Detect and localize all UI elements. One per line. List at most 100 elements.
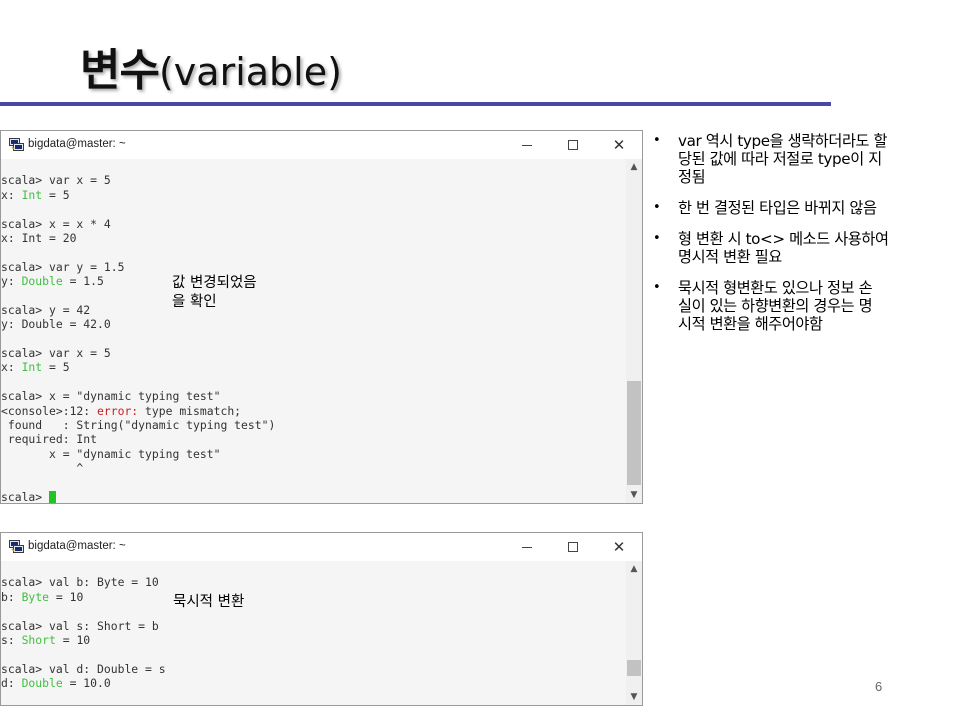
console-text: <console>:12: xyxy=(1,403,98,418)
console-text: type mismatch; xyxy=(138,403,242,418)
console-text: scala> var y = 1.5 xyxy=(1,259,125,274)
chevron-down-icon[interactable]: ▼ xyxy=(626,689,642,705)
type-name: Int xyxy=(21,187,43,202)
console-line: scala> xyxy=(1,490,626,503)
console-line: y: Double = 42.0 xyxy=(1,317,626,331)
error-label: error: xyxy=(97,403,139,418)
putty-terminal-icon xyxy=(9,138,24,151)
type-name: Byte xyxy=(21,589,50,604)
console-text: = 5 xyxy=(42,360,70,375)
window-titlebar[interactable]: bigdata@master: ~ ✕ xyxy=(1,131,642,159)
text-cursor xyxy=(49,490,57,503)
bullet-item: • 묵시적 형변환도 있으나 정보 손 실이 있는 하향변환의 경우는 명 시적 변환… xyxy=(652,279,950,333)
scrollbar-thumb[interactable] xyxy=(627,381,641,485)
close-icon: ✕ xyxy=(612,537,626,556)
close-button[interactable]: ✕ xyxy=(596,131,642,159)
minimize-button[interactable] xyxy=(504,533,550,561)
console-line: scala> var y = 1.5 xyxy=(1,260,626,274)
console-line: ^ xyxy=(1,461,626,475)
bullet-item: • var 역시 type을 생략하더라도 할 당된 값에 따라 저절로 type이… xyxy=(652,132,950,186)
annotation-line: 값 변경되었음 xyxy=(172,275,257,291)
maximize-button[interactable] xyxy=(550,131,596,159)
page-number: 6 xyxy=(875,679,883,694)
console-line: scala> val s: Short = b xyxy=(1,619,626,633)
chevron-up-icon[interactable]: ▲ xyxy=(626,561,642,577)
window-title: bigdata@master: ~ xyxy=(28,540,126,552)
console-text: found : String("dynamic typing test") xyxy=(1,418,276,433)
terminal-window-1[interactable]: bigdata@master: ~ ✕ scala> var x = 5 x: I… xyxy=(0,130,643,504)
bullet-dot-icon: • xyxy=(653,280,661,295)
window-titlebar[interactable]: bigdata@master: ~ ✕ xyxy=(1,533,642,561)
console-text: y: xyxy=(1,274,22,289)
console-line: x: Int = 5 xyxy=(1,188,626,202)
bullet-item: • 형 변환 시 to<> 메소드 사용하여 명시적 변환 필요 xyxy=(652,230,950,266)
console-line: d: Double = 10.0 xyxy=(1,676,626,690)
console-text: scala> var x = 5 xyxy=(1,346,111,361)
chevron-down-icon[interactable]: ▼ xyxy=(626,487,642,503)
console-text: x: xyxy=(1,187,22,202)
console-text: b: xyxy=(1,589,22,604)
slide-title: 변수(variable) xyxy=(80,34,342,98)
putty-terminal-icon xyxy=(9,540,24,553)
terminal-console[interactable]: scala> val b: Byte = 10 b: Byte = 10 scala… xyxy=(1,561,626,705)
bullet-dot-icon: • xyxy=(653,133,661,148)
terminal-console[interactable]: scala> var x = 5 x: Int = 5 scala> x = x *… xyxy=(1,159,626,503)
minimize-icon xyxy=(522,144,532,146)
vertical-scrollbar[interactable]: ▲ ▼ xyxy=(626,561,642,705)
console-text: y: Double = 42.0 xyxy=(1,317,111,332)
window-title: bigdata@master: ~ xyxy=(28,138,126,150)
annotation-line: 을 확인 xyxy=(172,294,217,310)
slide-title-main: 변수 xyxy=(80,45,160,96)
console-text: = 10 xyxy=(55,632,91,647)
console-text: = 10 xyxy=(49,589,84,604)
type-name: Double xyxy=(21,676,63,691)
console-line: required: Int xyxy=(1,432,626,446)
title-divider xyxy=(0,102,831,106)
bullet-text-line: 형 변환 시 to<> 메소드 사용하여 xyxy=(678,230,889,248)
bullet-text-line: 한 번 결정된 타입은 바뀌지 않음 xyxy=(678,199,877,217)
maximize-button[interactable] xyxy=(550,533,596,561)
type-name: Double xyxy=(21,274,63,289)
console-line: scala> var x = 5 xyxy=(1,173,626,187)
console-line: x: Int = 5 xyxy=(1,360,626,374)
console-line: y: Double = 1.5 xyxy=(1,274,626,288)
console-text: x = "dynamic typing test" xyxy=(1,446,221,461)
console-line: scala> val b: Byte = 10 xyxy=(1,575,626,589)
slide-title-sub: (variable) xyxy=(158,50,342,94)
console-text: s: xyxy=(1,632,22,647)
terminal-window-2[interactable]: bigdata@master: ~ ✕ scala> val b: Byte =… xyxy=(0,532,643,706)
console-text: ^ xyxy=(1,461,84,476)
close-icon: ✕ xyxy=(612,135,626,154)
scrollbar-thumb[interactable] xyxy=(627,660,641,676)
console-text: scala> x = "dynamic typing test" xyxy=(1,389,221,404)
bullet-text-line: 시적 변환을 해주어야함 xyxy=(678,315,823,333)
bullet-text-line: 묵시적 형변환도 있으나 정보 손 xyxy=(678,279,873,297)
console-text: scala> val s: Short = b xyxy=(1,618,159,633)
bullet-dot-icon: • xyxy=(653,231,661,246)
maximize-icon xyxy=(568,542,578,552)
console-line: x: Int = 20 xyxy=(1,231,626,245)
minimize-button[interactable] xyxy=(504,131,550,159)
console-line: scala> x = "dynamic typing test" xyxy=(1,389,626,403)
annotation-implicit-conversion: 묵시적 변환 xyxy=(173,594,245,610)
console-text: scala> val b: Byte = 10 xyxy=(1,575,159,590)
chevron-up-icon[interactable]: ▲ xyxy=(626,159,642,175)
vertical-scrollbar[interactable]: ▲ ▼ xyxy=(626,159,642,503)
console-text: required: Int xyxy=(1,432,98,447)
console-line: scala> x = x * 4 xyxy=(1,217,626,231)
console-text: = 1.5 xyxy=(62,274,104,289)
type-name: Int xyxy=(21,360,43,375)
maximize-icon xyxy=(568,140,578,150)
bullet-text-line: 명시적 변환 필요 xyxy=(678,248,782,266)
console-line: b: Byte = 10 xyxy=(1,590,626,604)
console-text: x: xyxy=(1,360,22,375)
close-button[interactable]: ✕ xyxy=(596,533,642,561)
